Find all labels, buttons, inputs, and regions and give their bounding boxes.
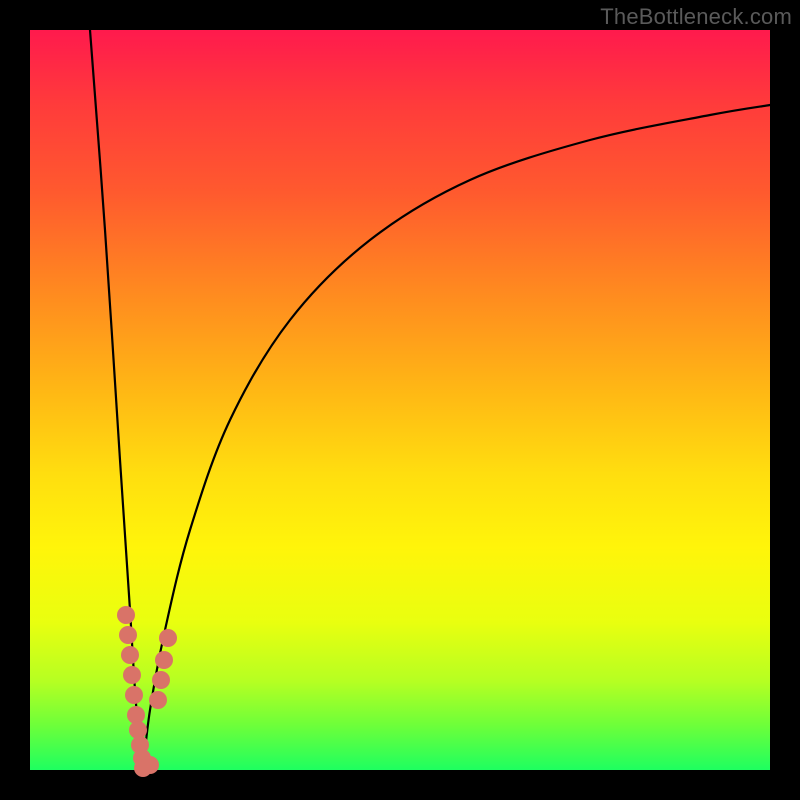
dip-marker-cluster-left <box>119 626 137 644</box>
dip-marker-cluster-right <box>149 691 167 709</box>
dip-marker-cluster-right <box>152 671 170 689</box>
dip-marker-cluster-bottom <box>141 756 159 774</box>
chart-frame: TheBottleneck.com <box>0 0 800 800</box>
dip-marker-cluster-left <box>121 646 139 664</box>
watermark-text: TheBottleneck.com <box>600 4 792 30</box>
curve-layer <box>30 30 770 770</box>
curve-group <box>90 30 770 770</box>
dip-marker-cluster-left <box>125 686 143 704</box>
dip-marker-cluster-left <box>123 666 141 684</box>
dip-marker-cluster-right <box>155 651 173 669</box>
marker-group <box>117 606 177 777</box>
dip-marker-cluster-right <box>159 629 177 647</box>
dip-marker-cluster-left <box>117 606 135 624</box>
right-ascending-curve <box>143 105 770 770</box>
plot-area <box>30 30 770 770</box>
